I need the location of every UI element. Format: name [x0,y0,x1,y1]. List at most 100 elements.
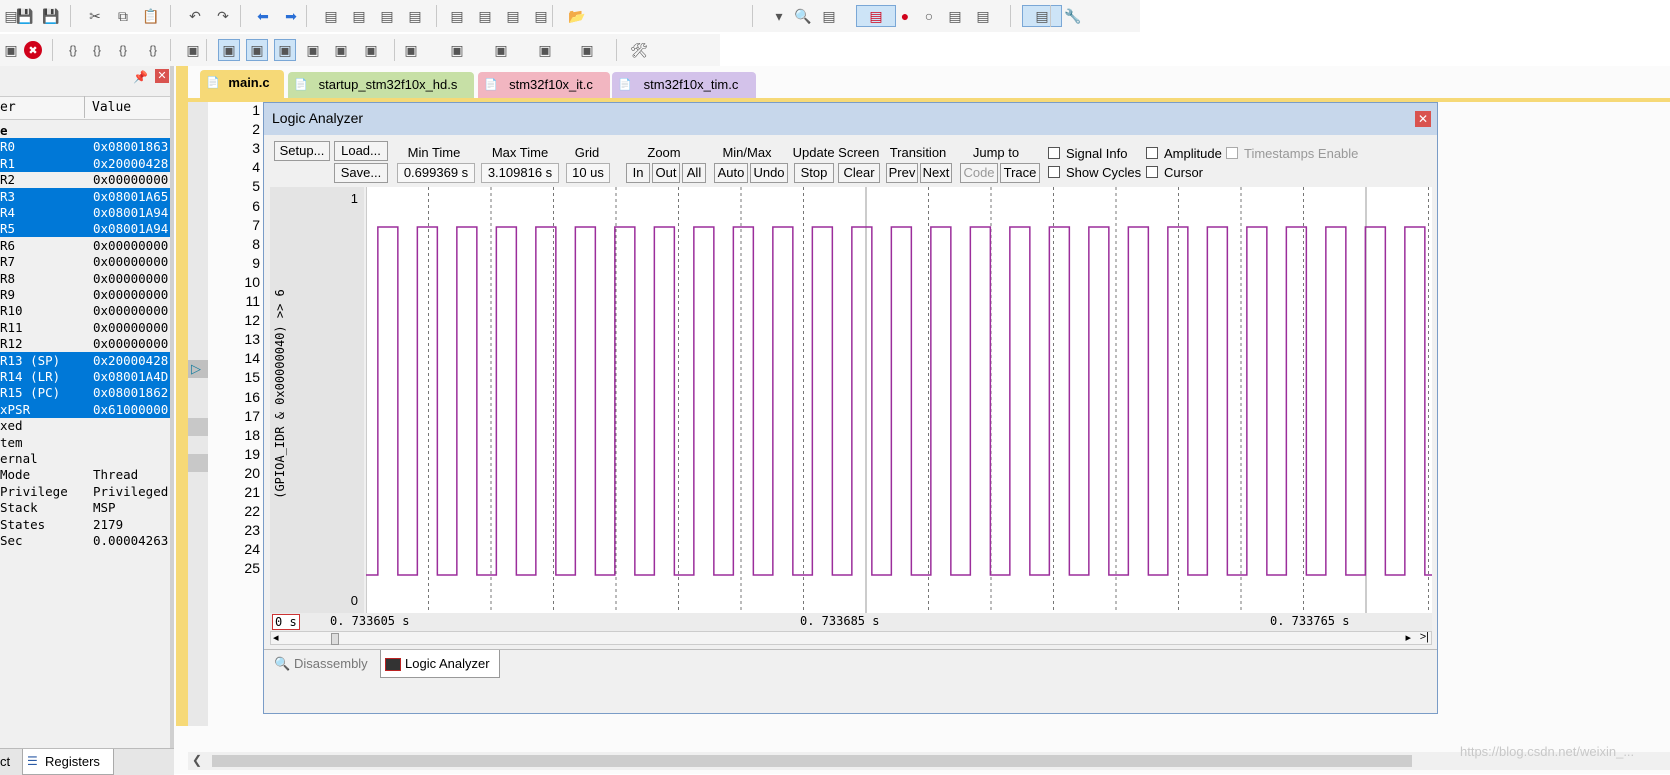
undo-button[interactable]: Undo [750,163,788,183]
register-row[interactable]: R4 0x08001A94 [0,204,170,221]
paste-icon[interactable]: 📋 [140,5,162,27]
scroll-thumb[interactable] [331,633,339,645]
run-to-cursor-icon[interactable]: {} [142,39,164,61]
reset-icon[interactable]: ▣ [0,39,22,61]
la-hscrollbar[interactable]: ◂ ▸ >| [270,631,1432,645]
system-viewer-icon[interactable]: ▣ [576,39,598,61]
register-row[interactable]: R10 0x00000000 [0,302,170,319]
register-row[interactable]: Privilege Privileged [0,483,170,500]
cut-icon[interactable]: ✂ [84,5,106,27]
amplitude-checkbox[interactable] [1146,147,1158,159]
code-button[interactable]: Code [960,163,998,183]
window-layout-icon[interactable]: ▤ [1022,5,1062,27]
scroll-left-icon[interactable]: ❮ [192,753,202,767]
tab-stm32f10x-it-c[interactable]: 📄 stm32f10x_it.c [478,72,610,98]
breakpoint-margin[interactable]: ▷ [188,102,208,726]
register-row[interactable]: R9 0x00000000 [0,286,170,303]
register-row[interactable]: Stack MSP [0,499,170,516]
clear-button[interactable]: Clear [838,163,880,183]
find-in-files-icon[interactable]: ▤ [818,5,840,27]
register-row[interactable]: R13 (SP) 0x20000428 [0,351,170,369]
tab-main-c[interactable]: 📄 main.c [200,70,284,98]
register-row[interactable]: tem [0,434,170,451]
register-row[interactable]: R11 0x00000000 [0,319,170,336]
save-all-icon[interactable]: 💾 [40,5,62,27]
register-row[interactable]: States 2179 [0,516,170,533]
load-button[interactable]: Load... [334,141,388,161]
toolbox-icon[interactable]: 🛠 [628,39,650,61]
waveform-plot[interactable] [366,187,1432,613]
breakpoint-kill-icon[interactable]: ▤ [972,5,994,27]
timestamps-checkbox[interactable] [1226,147,1238,159]
editor-hscrollbar[interactable]: ❮ [188,752,1670,770]
bookmark-clear-icon[interactable]: ▤ [404,5,426,27]
register-row[interactable]: ernal [0,450,170,467]
forward-icon[interactable]: ➡ [280,5,302,27]
register-row[interactable]: R7 0x00000000 [0,253,170,270]
la-title-bar[interactable]: Logic Analyzer ✕ [264,103,1437,135]
register-row[interactable]: R1 0x20000428 [0,154,170,172]
signal-name[interactable]: (GPIOA_IDR & 0x00000040) >> 6 [273,284,287,504]
tab-stm32f10x-tim-c[interactable]: 📄 stm32f10x_tim.c [612,72,756,98]
undo-icon[interactable]: ↶ [184,5,206,27]
setup-button[interactable]: Setup... [274,141,330,161]
tab-logic-analyzer[interactable]: Logic Analyzer [380,650,500,678]
uncomment-icon[interactable]: ▤ [530,5,552,27]
next-button[interactable]: Next [920,163,952,183]
show-cycles-checkbox[interactable] [1048,166,1060,178]
register-row[interactable]: R15 (PC) 0x08001862 [0,384,170,402]
memory-window-icon[interactable]: ▣ [400,39,422,61]
register-row[interactable]: xPSR 0x61000000 [0,400,170,418]
pin-icon[interactable]: 📌 [133,70,148,84]
tab-disassembly[interactable]: 🔍 Disassembly [270,650,378,678]
zoom-in-button[interactable]: In [626,163,650,183]
tab-startup-stm32f10x-hd-s[interactable]: 📄 startup_stm32f10x_hd.s [288,72,474,98]
find-icon[interactable]: 🔍 [792,5,814,27]
signal-info-checkbox[interactable] [1048,147,1060,159]
disassembly-window-icon[interactable]: ▣ [246,39,268,61]
unindent-icon[interactable]: ▤ [474,5,496,27]
bookmark-icon[interactable]: ▤ [320,5,342,27]
register-row[interactable]: R12 0x00000000 [0,335,170,352]
watch-window-icon[interactable]: ▣ [360,39,382,61]
close-panel-icon[interactable]: ✕ [155,69,169,83]
register-row[interactable]: e [0,122,170,139]
analysis-window-icon[interactable]: ▣ [490,39,512,61]
indent-icon[interactable]: ▤ [446,5,468,27]
copy-icon[interactable]: ⧉ [112,5,134,27]
scroll-end-icon[interactable]: >| [1420,631,1429,643]
step-over-icon[interactable]: {} [86,39,108,61]
register-row[interactable]: R3 0x08001A65 [0,187,170,205]
trace-button[interactable]: Trace [1000,163,1040,183]
zoom-out-button[interactable]: Out [652,163,680,183]
back-icon[interactable]: ⬅ [252,5,274,27]
debug-session-icon[interactable]: ▤ [856,5,896,27]
register-row[interactable]: Mode Thread [0,466,170,483]
zoom-all-button[interactable]: All [682,163,706,183]
step-into-icon[interactable]: {} [62,39,84,61]
tab-registers[interactable]: ☰ Registers [22,749,114,775]
register-row[interactable]: xed [0,417,170,434]
symbols-window-icon[interactable]: ▣ [274,39,296,61]
stop-debug-icon[interactable]: ✖ [24,41,42,59]
redo-icon[interactable]: ↷ [212,5,234,27]
command-window-icon[interactable]: ▣ [218,39,240,61]
cursor-checkbox[interactable] [1146,166,1158,178]
register-row[interactable]: R5 0x08001A94 [0,220,170,238]
dropdown-icon[interactable]: ▾ [768,5,790,27]
breakpoint-disable-all-icon[interactable]: ▤ [944,5,966,27]
register-row[interactable]: R2 0x00000000 [0,171,170,188]
trace-window-icon[interactable]: ▣ [534,39,556,61]
prev-button[interactable]: Prev [886,163,918,183]
breakpoint-disable-icon[interactable]: ○ [918,5,940,27]
serial-window-icon[interactable]: ▣ [446,39,468,61]
auto-button[interactable]: Auto [714,163,748,183]
comment-icon[interactable]: ▤ [502,5,524,27]
bookmark-next-icon[interactable]: ▤ [376,5,398,27]
show-next-statement-icon[interactable]: ▣ [182,39,204,61]
bookmark-prev-icon[interactable]: ▤ [348,5,370,27]
save-button[interactable]: Save... [334,163,388,183]
settings-icon[interactable]: 🔧 [1062,5,1084,27]
register-row[interactable]: R0 0x08001863 [0,138,170,156]
register-row[interactable]: R14 (LR) 0x08001A4D [0,368,170,385]
